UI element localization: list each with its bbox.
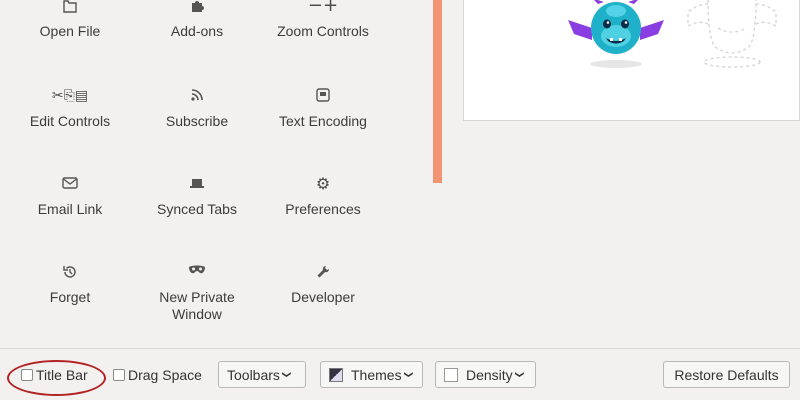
synced-tabs-item[interactable]: Synced Tabs <box>132 176 262 218</box>
themes-dropdown[interactable]: Themes ❯ <box>320 361 423 388</box>
text-encoding-label: Text Encoding <box>279 113 367 129</box>
customize-footer: Title Bar Drag Space Toolbars ❯ Themes ❯… <box>0 348 800 400</box>
gear-icon: ⚙ <box>315 174 331 193</box>
edit-controls-label: Edit Controls <box>29 113 111 129</box>
monster-mascot-icon <box>568 0 664 68</box>
drag-space-label: Drag Space <box>128 367 202 383</box>
wrench-icon <box>258 264 388 282</box>
email-link-label: Email Link <box>37 201 103 217</box>
density-label: Density <box>466 366 513 383</box>
zoom-controls-item[interactable]: −+ Zoom Controls <box>258 0 388 40</box>
scrollbar-thumb[interactable] <box>433 0 442 183</box>
rss-icon <box>132 88 262 106</box>
drag-space-toggle[interactable]: Drag Space <box>113 367 202 383</box>
toolbars-dropdown[interactable]: Toolbars ❯ <box>218 361 306 388</box>
synced-tabs-label: Synced Tabs <box>157 201 237 217</box>
add-ons-item[interactable]: Add-ons <box>132 0 262 40</box>
toolbar-preview-area <box>463 0 800 121</box>
toolbars-label: Toolbars <box>227 366 280 383</box>
preferences-item[interactable]: ⚙ Preferences <box>258 176 388 218</box>
open-file-label: Open File <box>39 23 101 39</box>
forget-label: Forget <box>49 289 91 305</box>
new-private-window-item[interactable]: New Private Window <box>132 264 262 323</box>
subscribe-item[interactable]: Subscribe <box>132 88 262 130</box>
drag-space-checkbox[interactable] <box>113 369 125 381</box>
add-ons-label: Add-ons <box>170 23 224 39</box>
puzzle-icon <box>132 0 262 16</box>
subscribe-label: Subscribe <box>165 113 229 129</box>
density-icon <box>444 367 458 382</box>
restore-defaults-label: Restore Defaults <box>674 366 779 383</box>
forget-icon <box>5 264 135 282</box>
text-encoding-icon <box>258 88 388 106</box>
folder-icon <box>5 0 135 16</box>
density-dropdown[interactable]: Density ❯ <box>435 361 536 388</box>
cut-copy-paste-icon: ✂⎘▤ <box>51 88 89 104</box>
chevron-down-icon: ❯ <box>402 370 413 379</box>
text-encoding-item[interactable]: Text Encoding <box>258 88 388 130</box>
private-mask-icon <box>132 264 262 282</box>
themes-label: Themes <box>351 366 402 383</box>
forget-item[interactable]: Forget <box>5 264 135 306</box>
developer-item[interactable]: Developer <box>258 264 388 306</box>
chevron-down-icon: ❯ <box>281 370 291 379</box>
highlight-ring <box>7 360 106 396</box>
email-link-item[interactable]: Email Link <box>5 176 135 218</box>
empty-slot-outline-icon <box>687 0 777 68</box>
theme-swatch-icon <box>329 367 343 382</box>
open-file-item[interactable]: Open File <box>5 0 135 40</box>
synced-tabs-icon <box>132 176 262 194</box>
chevron-down-icon: ❯ <box>514 370 524 379</box>
new-private-window-label: New Private Window <box>159 289 235 322</box>
zoom-icon: −+ <box>307 0 339 16</box>
restore-defaults-button[interactable]: Restore Defaults <box>663 361 790 388</box>
mail-icon <box>5 176 135 194</box>
preferences-label: Preferences <box>285 201 361 217</box>
customize-palette: Open File Add-ons −+ Zoom Controls ✂⎘▤ E… <box>0 0 420 348</box>
developer-label: Developer <box>291 289 355 305</box>
zoom-controls-label: Zoom Controls <box>277 23 369 39</box>
edit-controls-item[interactable]: ✂⎘▤ Edit Controls <box>5 88 135 130</box>
